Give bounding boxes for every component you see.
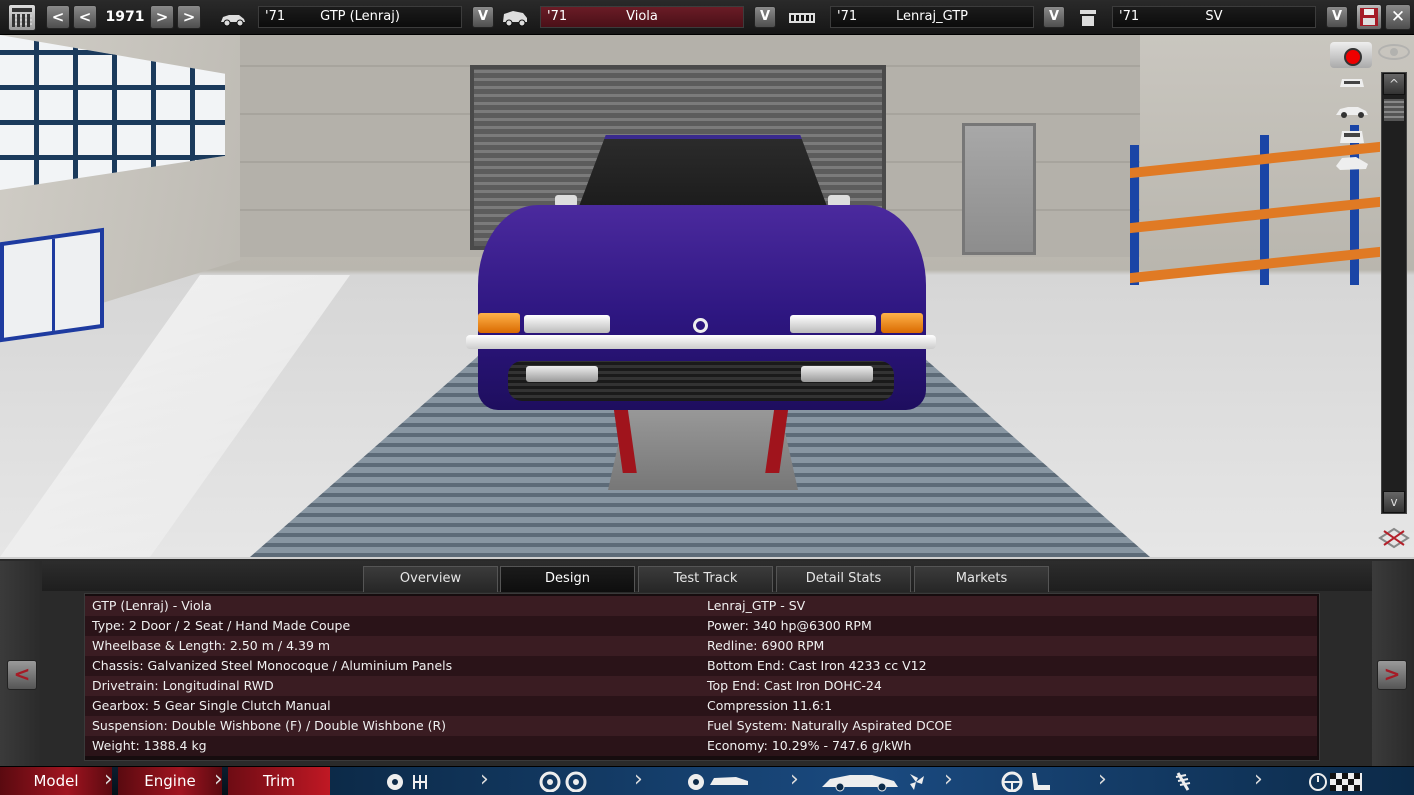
scroll-thumb[interactable] [1384, 99, 1404, 121]
top-toolbar: < < 1971 > > '71 GTP (Lenraj) V '71 Viol… [0, 0, 1414, 35]
summary-box: GTP (Lenraj) - Viola Type: 2 Door / 2 Se… [84, 593, 1320, 761]
engine-variant-dropdown-button[interactable]: V [1326, 6, 1348, 28]
calendar-icon[interactable] [8, 4, 36, 31]
view-scrollbar[interactable]: ^ v [1381, 72, 1407, 514]
tab-overview[interactable]: Overview [363, 566, 498, 592]
engine-compression: Compression 11.6:1 [700, 696, 1317, 716]
engine-title: Lenraj_GTP - SV [700, 596, 1317, 616]
engine-family-icon [789, 13, 815, 23]
tab-bar: Overview Design Test Track Detail Stats … [42, 561, 1372, 592]
view-side-icon[interactable] [1334, 101, 1370, 119]
model-select[interactable]: '71 GTP (Lenraj) [258, 6, 462, 28]
bottom-navigation: Model › Engine › Trim › › › › › › [0, 766, 1414, 795]
scroll-up-button[interactable]: ^ [1383, 73, 1405, 95]
view-front-icon[interactable] [1334, 73, 1370, 91]
car-badge [693, 318, 708, 333]
floppy-disk-icon [1360, 8, 1378, 26]
next-button[interactable]: > [1377, 660, 1407, 690]
car-weight: Weight: 1388.4 kg [85, 736, 700, 756]
eye-icon[interactable] [1378, 44, 1410, 60]
chevron-right-icon: › [1254, 767, 1263, 792]
engine-family-name: Lenraj_GTP [895, 9, 969, 24]
chevron-right-icon: › [214, 767, 223, 792]
chevron-right-icon: › [944, 767, 953, 792]
engine-bottom-end: Bottom End: Cast Iron 4233 cc V12 [700, 656, 1317, 676]
info-panel: Overview Design Test Track Detail Stats … [0, 557, 1414, 766]
tab-detail-stats[interactable]: Detail Stats [776, 566, 911, 592]
view-angle-icon[interactable] [1334, 154, 1370, 172]
car-bumper [466, 335, 936, 349]
car-gearbox: Gearbox: 5 Gear Single Clutch Manual [85, 696, 700, 716]
garage-side-door [962, 123, 1036, 255]
car-suspension: Suspension: Double Wishbone (F) / Double… [85, 716, 700, 736]
car-wheelbase: Wheelbase & Length: 2.50 m / 4.39 m [85, 636, 700, 656]
trim-name: Viola [626, 9, 658, 24]
nav-model[interactable]: Model [0, 767, 112, 795]
car-chassis: Chassis: Galvanized Steel Monocoque / Al… [85, 656, 700, 676]
scroll-down-button[interactable]: v [1383, 491, 1405, 513]
engine-top-end: Top End: Cast Iron DOHC-24 [700, 676, 1317, 696]
chevron-right-icon: › [1098, 767, 1107, 792]
suspension-icon[interactable] [1168, 771, 1198, 792]
garage-cabinet [0, 227, 104, 343]
previous-button[interactable]: < [7, 660, 37, 690]
year-forward-fast-button[interactable]: > [177, 5, 201, 29]
chevron-right-icon: › [104, 767, 113, 792]
car-title: GTP (Lenraj) - Viola [85, 596, 700, 616]
year-forward-button[interactable]: > [150, 5, 174, 29]
car-drivetrain: Drivetrain: Longitudinal RWD [85, 676, 700, 696]
car-indicator-left [478, 313, 520, 333]
model-dropdown-button[interactable]: V [472, 6, 494, 28]
aero-cooling-icon[interactable] [820, 771, 932, 792]
finish-flag-icon[interactable] [1308, 771, 1364, 792]
engine-variant-name: SV [1205, 9, 1223, 24]
car-headlight-left [524, 315, 610, 333]
interior-icon[interactable] [1000, 771, 1056, 792]
year-back-fast-button[interactable]: < [46, 5, 70, 29]
chassis-gearbox-icon[interactable] [384, 771, 436, 792]
view-rear-icon[interactable] [1334, 127, 1370, 145]
tab-markets[interactable]: Markets [914, 566, 1049, 592]
car-type: Type: 2 Door / 2 Seat / Hand Made Coupe [85, 616, 700, 636]
hide-lift-icon[interactable] [1378, 525, 1410, 551]
body-style-icon[interactable] [686, 771, 750, 792]
wheels-icon[interactable] [538, 771, 590, 792]
chevron-right-icon: › [480, 767, 489, 792]
engine-economy: Economy: 10.29% - 747.6 g/kWh [700, 736, 1317, 756]
car-3d-viewport[interactable]: ^ v [0, 35, 1414, 557]
engine-variant-select[interactable]: '71 SV [1112, 6, 1316, 28]
tab-test-track[interactable]: Test Track [638, 566, 773, 592]
car-indicator-right [881, 313, 923, 333]
engine-redline: Redline: 6900 RPM [700, 636, 1317, 656]
trim-select[interactable]: '71 Viola [540, 6, 744, 28]
car-trim-icon [503, 11, 527, 27]
chevron-right-icon: › [790, 767, 799, 792]
save-button[interactable] [1356, 4, 1382, 30]
model-name: GTP (Lenraj) [320, 9, 400, 24]
camera-icon[interactable] [1330, 42, 1372, 68]
car-model-icon [221, 15, 245, 27]
tab-design[interactable]: Design [500, 566, 635, 592]
chevron-right-icon: › [634, 767, 643, 792]
car-foglight-left [526, 366, 598, 382]
engine-power: Power: 340 hp@6300 RPM [700, 616, 1317, 636]
engine-variant-icon [1080, 10, 1096, 26]
nav-trim[interactable]: Trim [228, 767, 330, 795]
year-display: 1971 [105, 9, 145, 25]
engine-fuel-system: Fuel System: Naturally Aspirated DCOE [700, 716, 1317, 736]
nav-engine[interactable]: Engine [118, 767, 222, 795]
car-foglight-right [801, 366, 873, 382]
year-back-button[interactable]: < [73, 5, 97, 29]
engine-family-dropdown-button[interactable]: V [1043, 6, 1065, 28]
close-button[interactable]: ✕ [1385, 4, 1411, 30]
engine-family-select[interactable]: '71 Lenraj_GTP [830, 6, 1034, 28]
car-headlight-right [790, 315, 876, 333]
trim-dropdown-button[interactable]: V [754, 6, 776, 28]
